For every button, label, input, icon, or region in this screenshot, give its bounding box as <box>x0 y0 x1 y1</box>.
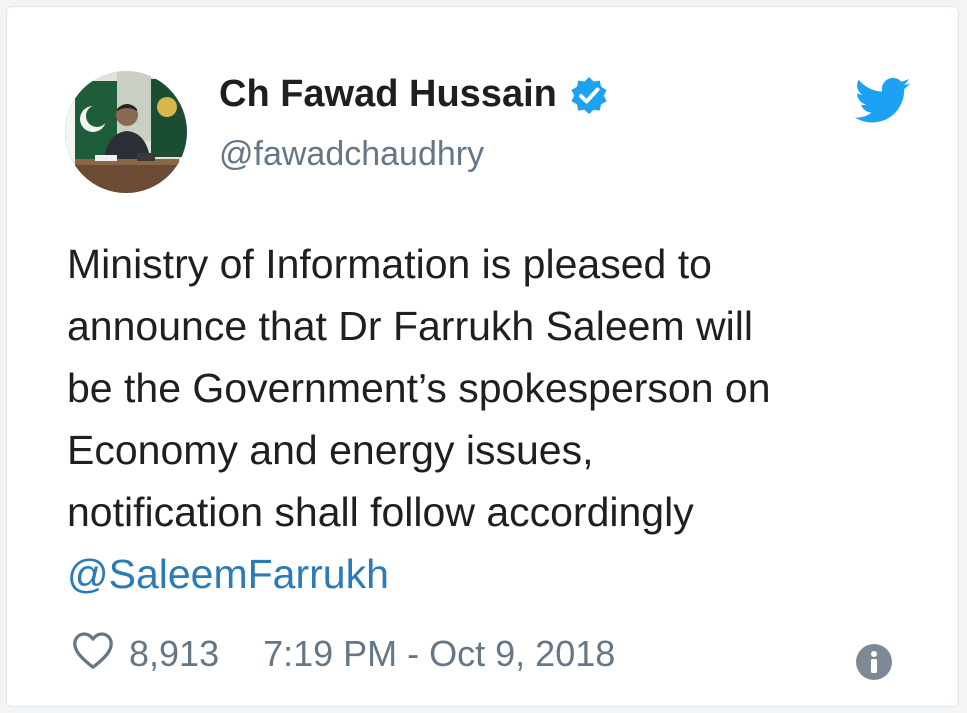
tweet-text-line: notification shall follow accordingly <box>67 489 694 535</box>
tweet-text-line: Economy and energy issues, <box>67 427 594 473</box>
info-icon[interactable] <box>855 643 893 681</box>
heart-icon[interactable] <box>71 630 129 679</box>
mention-link[interactable]: @SaleemFarrukh <box>67 543 947 605</box>
user-handle[interactable]: @fawadchaudhry <box>219 135 484 174</box>
tweet-text-line: Ministry of Information is pleased to <box>67 241 712 287</box>
tweet-footer: 8,913 7:19 PM - Oct 9, 2018 <box>71 629 615 679</box>
tweet-text: Ministry of Information is pleased to an… <box>67 233 947 605</box>
display-name[interactable]: Ch Fawad Hussain <box>219 73 557 116</box>
avatar[interactable] <box>65 71 187 193</box>
like-count[interactable]: 8,913 <box>129 633 219 675</box>
verified-badge-icon <box>569 75 609 115</box>
display-name-row[interactable]: Ch Fawad Hussain <box>219 73 609 116</box>
tweet-text-line: announce that Dr Farrukh Saleem will <box>67 303 753 349</box>
timestamp[interactable]: 7:19 PM - Oct 9, 2018 <box>263 633 615 675</box>
tweet-text-line: be the Government’s spokesperson on <box>67 365 771 411</box>
tweet-card: Ch Fawad Hussain @fawadchaudhry Ministry… <box>6 6 959 707</box>
avatar-photo <box>65 71 187 193</box>
twitter-bird-icon[interactable] <box>854 77 911 125</box>
